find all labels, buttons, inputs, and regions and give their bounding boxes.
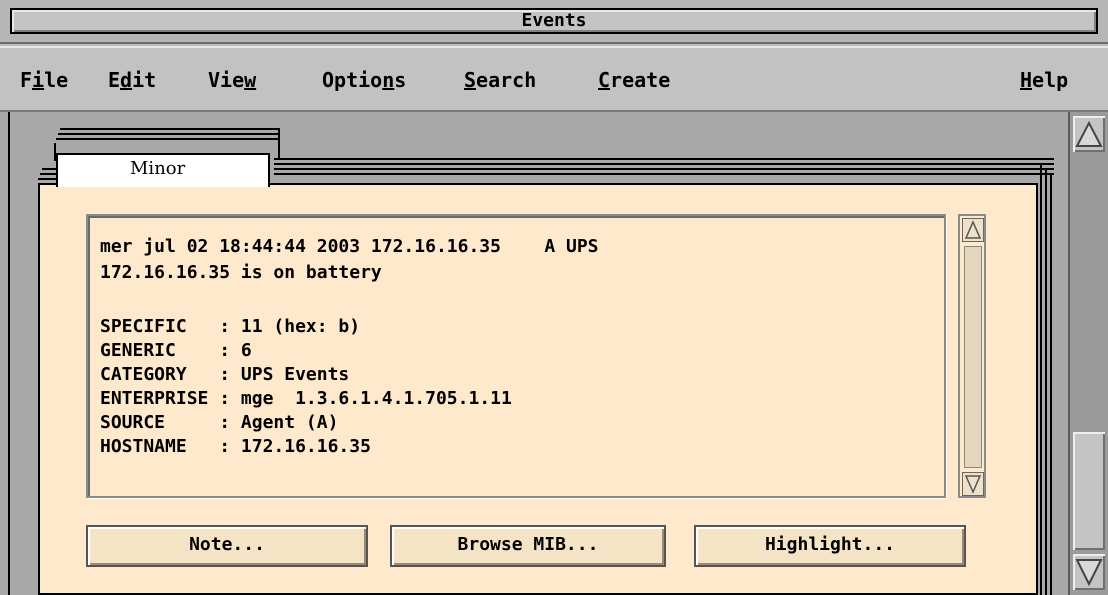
menubar: File Edit View Options Search Create Hel… bbox=[0, 46, 1108, 112]
menu-options[interactable]: Options bbox=[322, 68, 406, 92]
menu-view[interactable]: View bbox=[208, 68, 256, 92]
window-title: Events bbox=[10, 8, 1098, 34]
scroll-down-button[interactable] bbox=[1073, 554, 1105, 590]
triangle-down-icon bbox=[1075, 559, 1103, 587]
scroll-thumb[interactable] bbox=[1073, 432, 1105, 550]
vertical-scrollbar[interactable] bbox=[1068, 112, 1108, 595]
field-generic: GENERIC : 6 bbox=[100, 340, 252, 361]
left-border bbox=[8, 112, 10, 595]
triangle-down-icon bbox=[964, 475, 982, 494]
highlight-button[interactable]: Highlight... bbox=[694, 525, 966, 567]
event-headline: mer jul 02 18:44:44 2003 172.16.16.35 A … bbox=[100, 236, 599, 257]
text-scrollbar[interactable] bbox=[958, 214, 986, 498]
menu-edit[interactable]: Edit bbox=[108, 68, 156, 92]
text-scroll-up-button[interactable] bbox=[962, 218, 984, 242]
field-hostname: HOSTNAME : 172.16.16.35 bbox=[100, 436, 371, 457]
menu-help[interactable]: Help bbox=[1020, 68, 1068, 92]
tab-minor[interactable]: Minor bbox=[56, 153, 270, 187]
text-scroll-thumb[interactable] bbox=[964, 246, 982, 468]
field-enterprise: ENTERPRISE : mge 1.3.6.1.4.1.705.1.11 bbox=[100, 388, 512, 409]
field-source: SOURCE : Agent (A) bbox=[100, 412, 339, 433]
triangle-up-icon bbox=[964, 220, 982, 239]
note-button[interactable]: Note... bbox=[86, 525, 368, 567]
menu-file[interactable]: File bbox=[20, 68, 68, 92]
menu-create[interactable]: Create bbox=[598, 68, 670, 92]
field-category: CATEGORY : UPS Events bbox=[100, 364, 350, 385]
window-titlebar[interactable]: Events bbox=[0, 0, 1108, 44]
field-specific: SPECIFIC : 11 (hex: b) bbox=[100, 316, 361, 337]
triangle-up-icon bbox=[1075, 120, 1103, 147]
menu-search[interactable]: Search bbox=[464, 68, 536, 92]
text-scroll-down-button[interactable] bbox=[962, 472, 984, 496]
scroll-up-button[interactable] bbox=[1073, 116, 1105, 152]
event-headline-2: 172.16.16.35 is on battery bbox=[100, 262, 382, 283]
browse-mib-button[interactable]: Browse MIB... bbox=[390, 525, 666, 567]
